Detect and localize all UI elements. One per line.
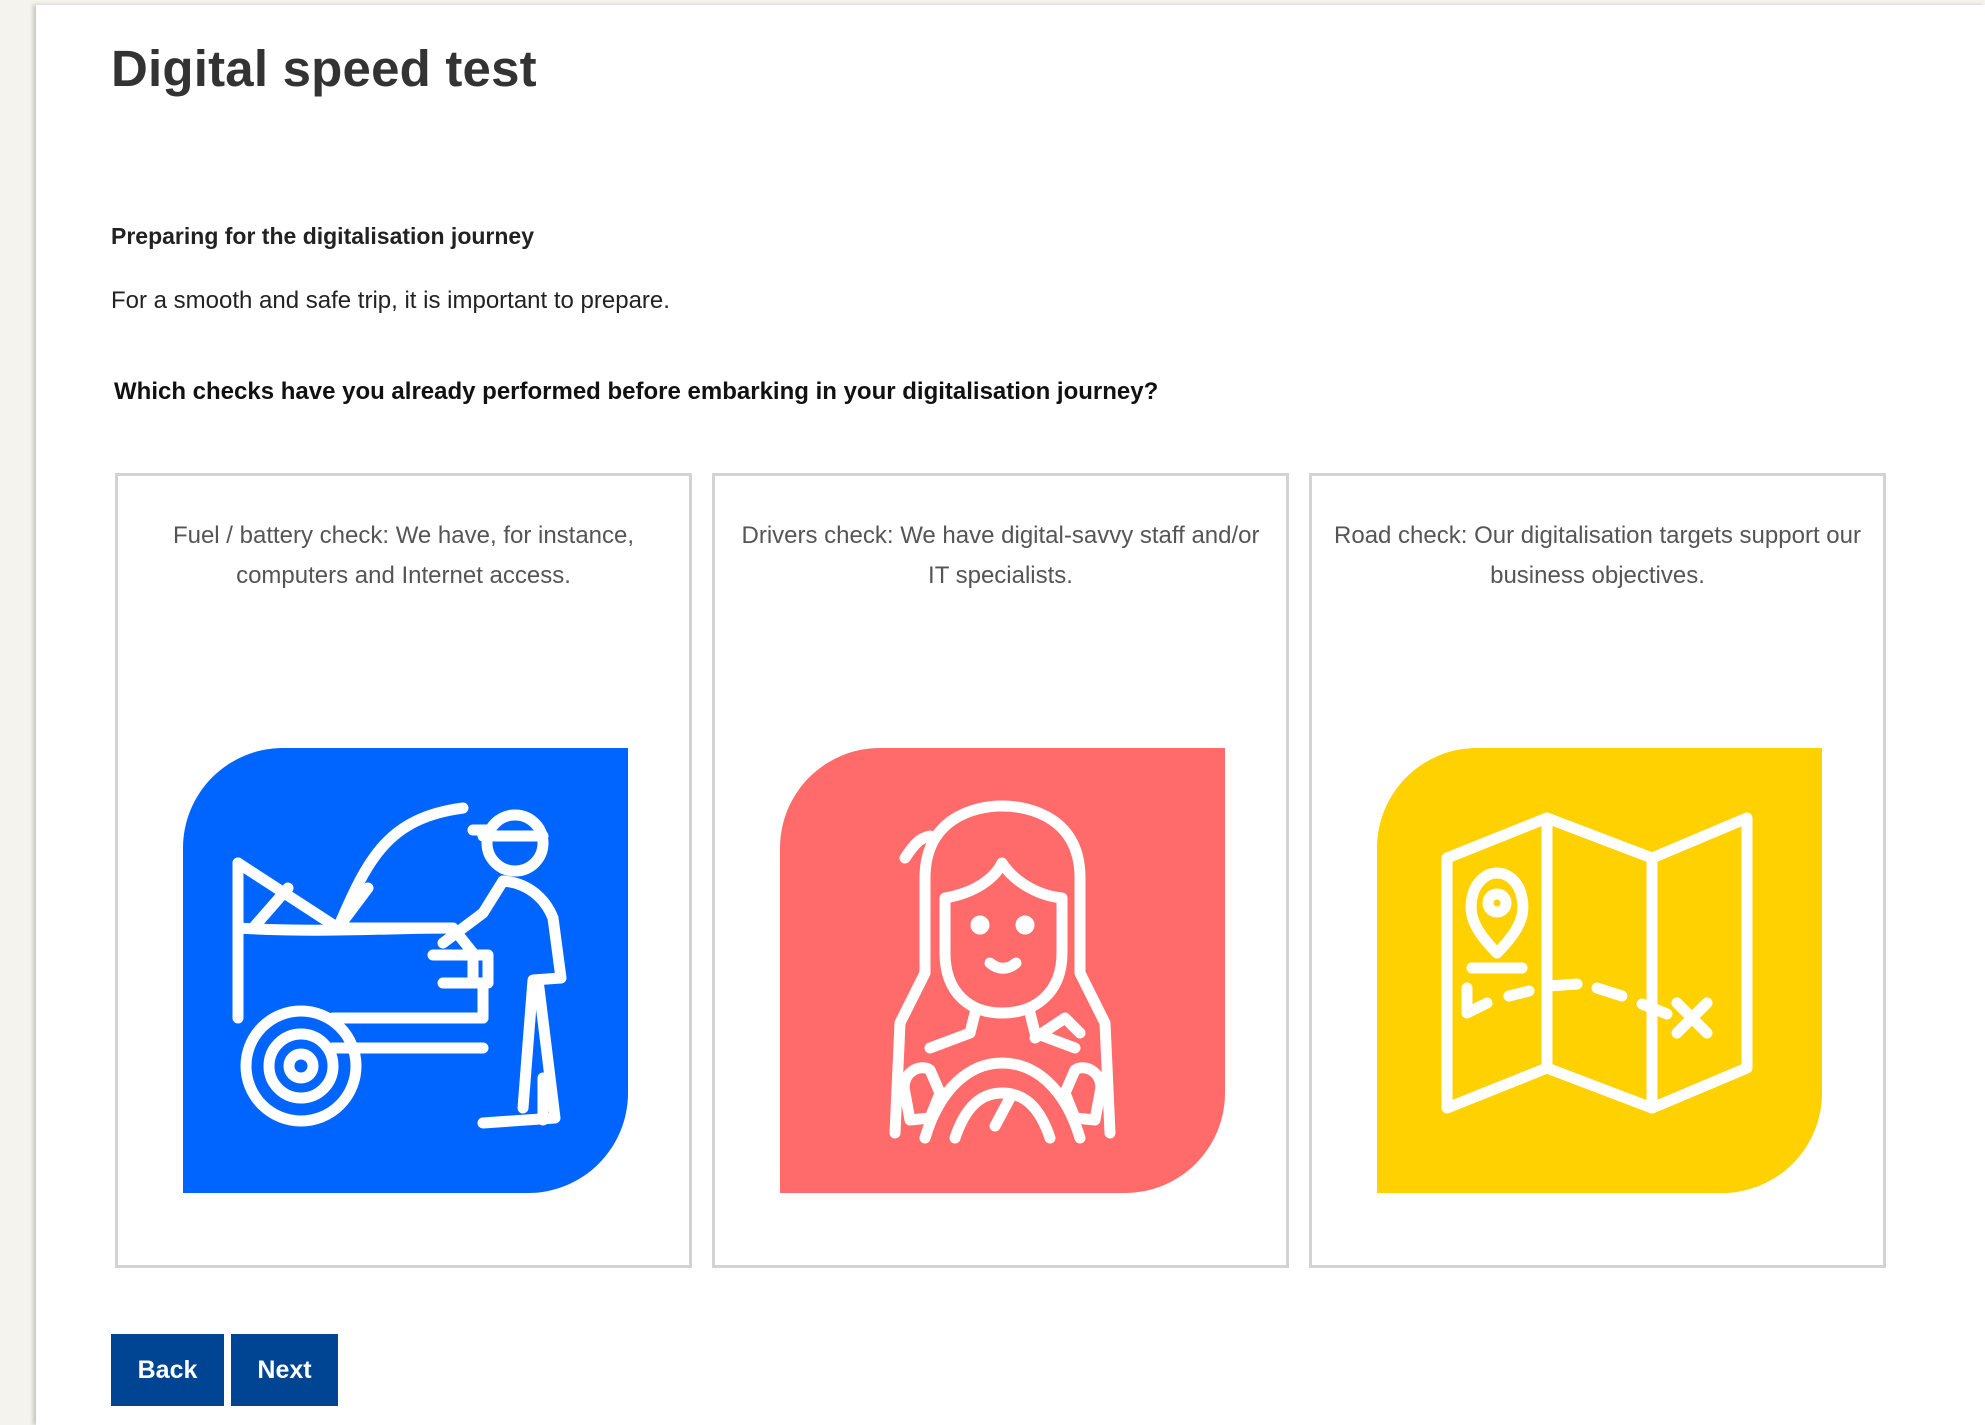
next-button[interactable]: Next bbox=[231, 1334, 338, 1406]
car-mechanic-icon bbox=[183, 748, 628, 1193]
question-text: Which checks have you already performed … bbox=[114, 378, 1159, 405]
option-card-text: Drivers check: We have digital-savvy sta… bbox=[741, 522, 1260, 589]
option-card-text: Fuel / battery check: We have, for insta… bbox=[172, 522, 635, 589]
driver-icon bbox=[780, 748, 1225, 1193]
option-card-road-check[interactable]: Road check: Our digitalisation targets s… bbox=[1309, 473, 1886, 1268]
option-card-fuel-check[interactable]: Fuel / battery check: We have, for insta… bbox=[115, 473, 692, 1268]
page-title: Digital speed test bbox=[111, 40, 537, 97]
back-button[interactable]: Back bbox=[111, 1334, 224, 1406]
page-container: Digital speed test Preparing for the dig… bbox=[36, 5, 1985, 1425]
option-card-drivers-check[interactable]: Drivers check: We have digital-savvy sta… bbox=[712, 473, 1289, 1268]
map-route-icon bbox=[1377, 748, 1822, 1193]
option-card-text: Road check: Our digitalisation targets s… bbox=[1334, 522, 1861, 589]
intro-text: For a smooth and safe trip, it is import… bbox=[111, 287, 670, 314]
section-subtitle: Preparing for the digitalisation journey bbox=[111, 223, 534, 249]
